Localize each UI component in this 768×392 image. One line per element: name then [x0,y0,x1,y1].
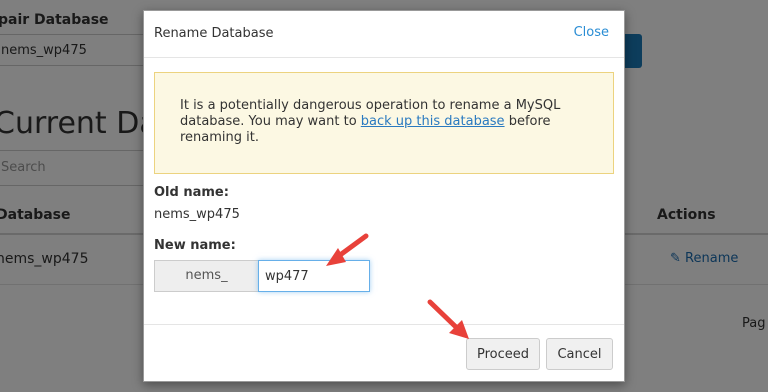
new-name-prefix: nems_ [154,260,258,292]
dialog-header: Rename Database Close [144,11,624,58]
close-link[interactable]: Close [574,25,609,40]
old-name-value: nems_wp475 [154,207,240,222]
dialog-title: Rename Database [154,26,274,41]
rename-database-dialog: Rename Database Close It is a potentiall… [143,10,625,382]
proceed-button[interactable]: Proceed [466,338,540,370]
new-name-label: New name: [154,238,236,253]
cancel-button[interactable]: Cancel [546,338,613,370]
warning-callout: It is a potentially dangerous operation … [154,72,614,174]
old-name-label: Old name: [154,185,229,200]
new-name-input[interactable] [258,260,370,292]
backup-database-link[interactable]: back up this database [361,114,505,129]
dialog-footer-divider [144,324,624,325]
